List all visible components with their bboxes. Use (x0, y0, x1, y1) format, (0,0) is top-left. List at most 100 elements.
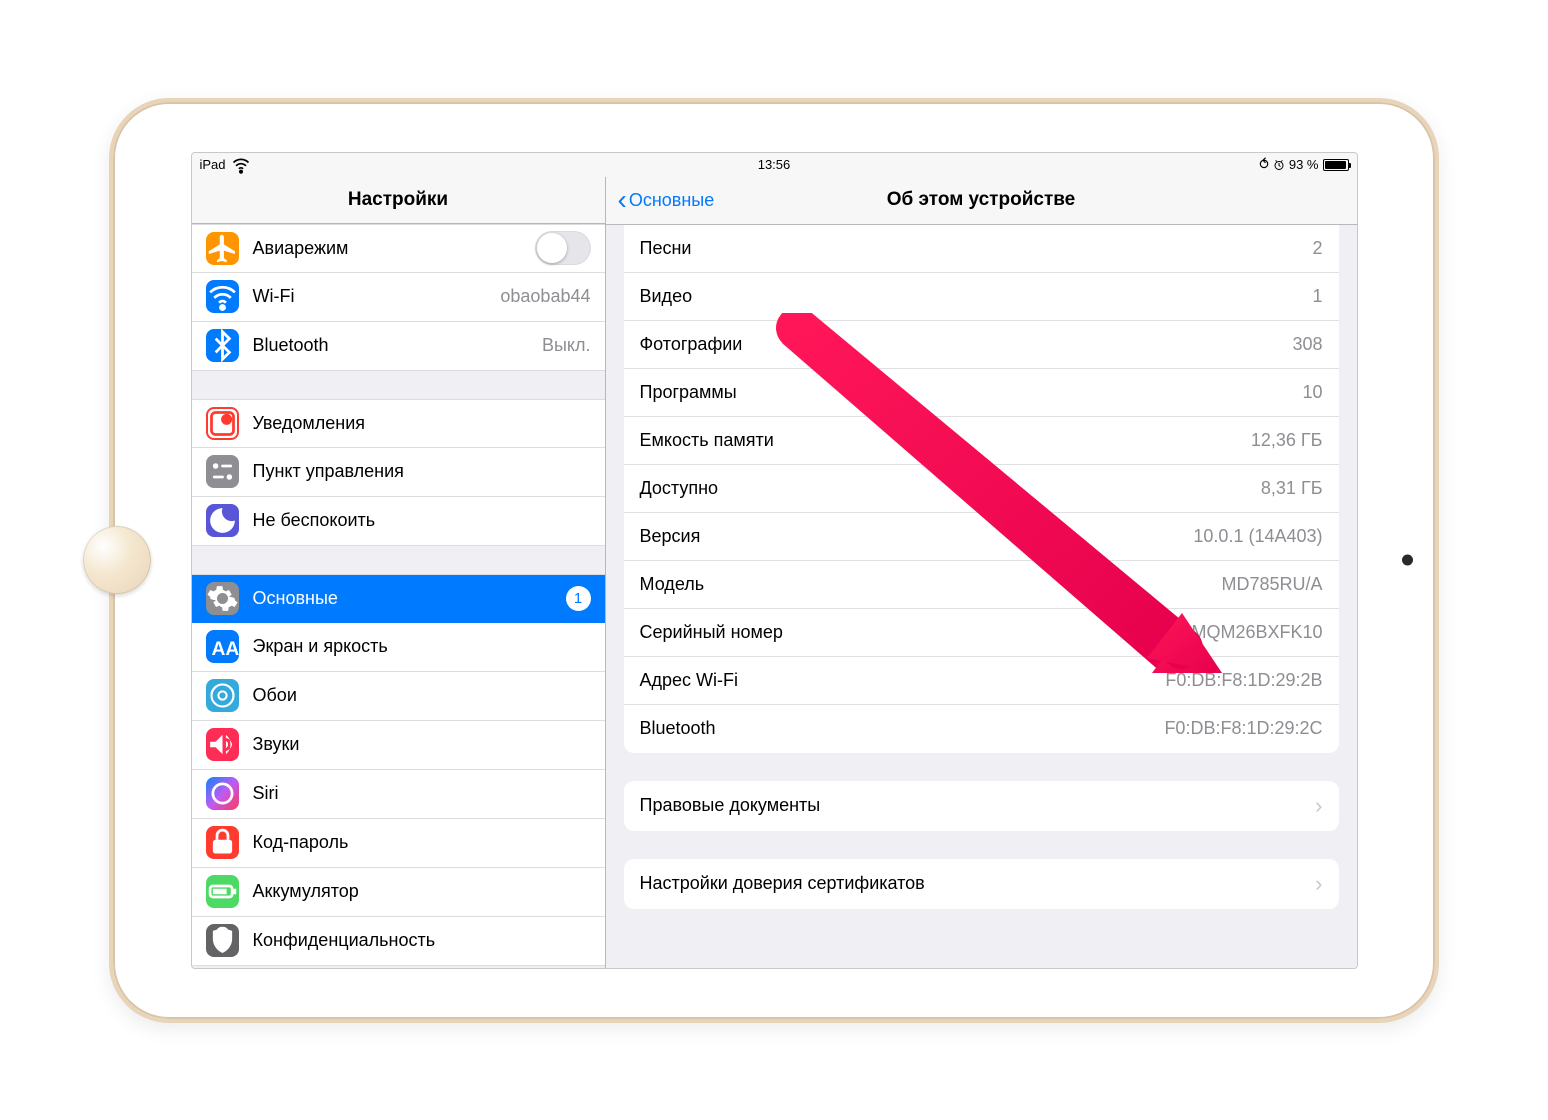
sidebar-item-label: Авиарежим (253, 238, 521, 259)
notifications-icon (206, 407, 239, 440)
detail-row: Версия10.0.1 (14A403) (624, 513, 1339, 561)
settings-sidebar: Настройки Авиарежим Wi-Fi obaobab44 Bluetoo… (192, 177, 606, 968)
sidebar-item-wallpaper[interactable]: Обои (192, 672, 605, 721)
sidebar-item-sounds[interactable]: Звуки (192, 721, 605, 770)
sidebar-item-value: obaobab44 (500, 286, 590, 307)
sidebar-item-display[interactable]: AA Экран и яркость (192, 623, 605, 672)
home-button[interactable] (83, 526, 151, 594)
sidebar-item-label: Уведомления (253, 413, 591, 434)
detail-row[interactable]: Правовые документы › (624, 781, 1339, 831)
status-time: 13:56 (758, 157, 791, 172)
detail-value: 1 (1312, 286, 1322, 307)
detail-row[interactable]: Настройки доверия сертификатов › (624, 859, 1339, 909)
detail-row: Фотографии308 (624, 321, 1339, 369)
detail-label: Емкость памяти (640, 430, 1251, 451)
detail-value: 12,36 ГБ (1251, 430, 1323, 451)
detail-row: Доступно8,31 ГБ (624, 465, 1339, 513)
status-carrier: iPad (200, 157, 226, 172)
detail-label: Настройки доверия сертификатов (640, 873, 1308, 894)
detail-label: Правовые документы (640, 795, 1308, 816)
detail-value: F0:DB:F8:1D:29:2C (1164, 718, 1322, 739)
sidebar-badge: 1 (566, 586, 591, 611)
detail-label: Видео (640, 286, 1313, 307)
detail-label: Песни (640, 238, 1313, 259)
detail-row: МодельMD785RU/A (624, 561, 1339, 609)
detail-row: Емкость памяти12,36 ГБ (624, 417, 1339, 465)
sidebar-item-label: Конфиденциальность (253, 930, 591, 951)
sidebar-item-label: Аккумулятор (253, 881, 591, 902)
detail-header: ‹ Основные Об этом устройстве (606, 177, 1357, 225)
front-camera (1402, 555, 1413, 566)
detail-scroll[interactable]: Песни2Видео1Фотографии308Программы10Емко… (606, 225, 1357, 968)
detail-row: Серийный номерDMQM26BXFK10 (624, 609, 1339, 657)
sidebar-item-dnd[interactable]: Не беспокоить (192, 497, 605, 546)
sidebar-item-label: Пункт управления (253, 461, 591, 482)
chevron-right-icon: › (1315, 793, 1322, 819)
detail-label: Модель (640, 574, 1222, 595)
detail-value: F0:DB:F8:1D:29:2B (1165, 670, 1322, 691)
sidebar-item-notifications[interactable]: Уведомления (192, 399, 605, 448)
wallpaper-icon (206, 679, 239, 712)
detail-label: Фотографии (640, 334, 1293, 355)
battery-icon (1323, 159, 1349, 171)
chevron-right-icon: › (1315, 871, 1322, 897)
sidebar-item-passcode[interactable]: Код-пароль (192, 819, 605, 868)
sidebar-scroll[interactable]: Авиарежим Wi-Fi obaobab44 BluetoothВыкл. Уве… (192, 224, 605, 968)
dnd-icon (206, 504, 239, 537)
detail-row: Программы10 (624, 369, 1339, 417)
detail-row: Видео1 (624, 273, 1339, 321)
sidebar-item-label: Основные (253, 588, 552, 609)
svg-text:AA: AA (211, 639, 239, 660)
detail-value: MD785RU/A (1221, 574, 1322, 595)
detail-group: Настройки доверия сертификатов › (624, 859, 1339, 909)
detail-value: 8,31 ГБ (1261, 478, 1323, 499)
detail-label: Серийный номер (640, 622, 1179, 643)
back-button[interactable]: ‹ Основные (618, 186, 715, 214)
sidebar-item-general[interactable]: Основные 1 (192, 574, 605, 623)
general-icon (206, 582, 239, 615)
detail-group: Правовые документы › (624, 781, 1339, 831)
privacy-icon (206, 924, 239, 957)
sidebar-item-label: Wi-Fi (253, 286, 487, 307)
airplane-toggle[interactable] (535, 231, 591, 265)
sidebar-item-label: Bluetooth (253, 335, 528, 356)
detail-value: DMQM26BXFK10 (1178, 622, 1322, 643)
back-label: Основные (629, 190, 714, 211)
detail-label: Адрес Wi-Fi (640, 670, 1166, 691)
detail-label: Версия (640, 526, 1194, 547)
detail-value: 2 (1312, 238, 1322, 259)
detail-title: Об этом устройстве (887, 189, 1076, 211)
sidebar-item-bluetooth[interactable]: BluetoothВыкл. (192, 322, 605, 371)
wifi-icon (231, 155, 251, 175)
sidebar-item-label: Код-пароль (253, 832, 591, 853)
detail-row: Адрес Wi-FiF0:DB:F8:1D:29:2B (624, 657, 1339, 705)
detail-label: Программы (640, 382, 1303, 403)
sidebar-item-label: Обои (253, 685, 591, 706)
display-icon: AA (206, 630, 239, 663)
sounds-icon (206, 728, 239, 761)
orientation-lock-icon: ⥀ (1259, 156, 1269, 173)
chevron-left-icon: ‹ (618, 186, 627, 214)
sidebar-item-privacy[interactable]: Конфиденциальность (192, 917, 605, 966)
detail-label: Доступно (640, 478, 1261, 499)
sidebar-item-siri[interactable]: Siri (192, 770, 605, 819)
detail-group: Песни2Видео1Фотографии308Программы10Емко… (624, 225, 1339, 753)
sidebar-title: Настройки (192, 177, 605, 224)
bluetooth-icon (206, 329, 239, 362)
battery-percent: 93 % (1289, 157, 1319, 172)
passcode-icon (206, 826, 239, 859)
sidebar-item-controlcenter[interactable]: Пункт управления (192, 448, 605, 497)
detail-value: 10 (1302, 382, 1322, 403)
sidebar-item-wifi[interactable]: Wi-Fi obaobab44 (192, 273, 605, 322)
sidebar-item-label: Siri (253, 783, 591, 804)
sidebar-item-label: Звуки (253, 734, 591, 755)
status-bar: iPad 13:56 ⥀ 93 % (192, 153, 1357, 177)
sidebar-item-battery[interactable]: Аккумулятор (192, 868, 605, 917)
detail-value: 10.0.1 (14A403) (1193, 526, 1322, 547)
airplane-icon (206, 232, 239, 265)
sidebar-item-label: Экран и яркость (253, 636, 591, 657)
sidebar-item-airplane[interactable]: Авиарежим (192, 224, 605, 273)
detail-row: BluetoothF0:DB:F8:1D:29:2C (624, 705, 1339, 753)
ipad-frame: iPad 13:56 ⥀ 93 % Настройки Авиарежим Wi-… (109, 98, 1439, 1023)
controlcenter-icon (206, 455, 239, 488)
